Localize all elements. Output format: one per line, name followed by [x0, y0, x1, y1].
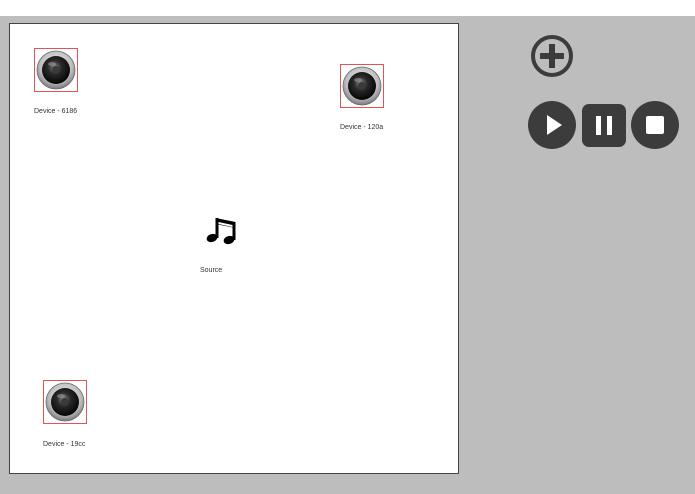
device-node-120a[interactable] [340, 64, 384, 108]
add-circle-icon [531, 35, 573, 77]
stop-button[interactable] [631, 101, 679, 149]
pause-button[interactable] [582, 104, 626, 147]
play-icon [528, 101, 576, 149]
device-label: Device - 6186 [34, 108, 78, 115]
speaker-icon [36, 50, 76, 90]
music-note-icon [206, 218, 236, 245]
play-button[interactable] [528, 101, 576, 149]
device-node-6186[interactable] [34, 48, 78, 92]
device-node-19cc[interactable] [43, 380, 87, 424]
speaker-icon [342, 66, 382, 106]
device-label: Device - 19cc [43, 441, 86, 448]
add-device-button[interactable] [528, 32, 576, 80]
speaker-icon [45, 382, 85, 422]
stop-icon [631, 101, 679, 149]
device-canvas[interactable]: Device - 6186 Device - 120a Device - 19c… [9, 23, 459, 474]
device-label: Device - 120a [340, 124, 384, 131]
source-node[interactable] [204, 214, 240, 248]
top-bar [0, 0, 695, 16]
pause-icon [582, 104, 626, 147]
source-label: Source [200, 267, 223, 274]
